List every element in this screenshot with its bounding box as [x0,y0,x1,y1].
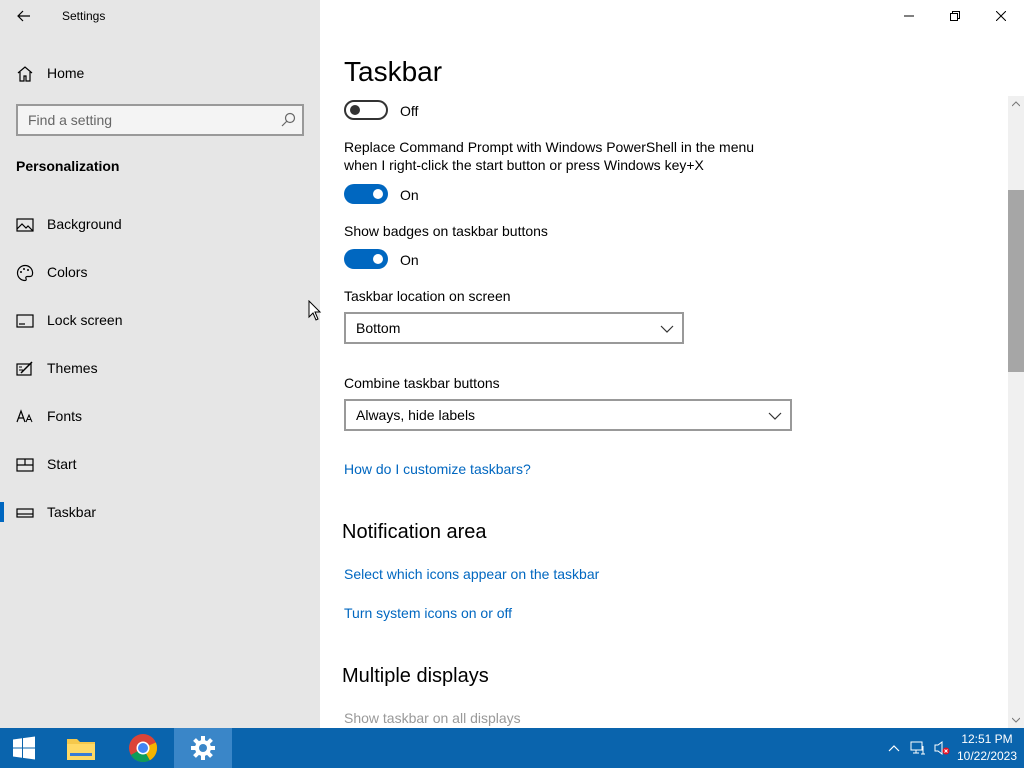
sidebar: Settings Home Personalization Background… [0,0,320,728]
badges-toggle[interactable] [344,249,388,269]
sidebar-item-label: Background [47,216,122,232]
chevron-up-icon [1012,101,1020,107]
minimize-icon [904,15,914,17]
scroll-up-button[interactable] [1008,96,1024,112]
scrollbar[interactable] [1008,96,1024,728]
back-arrow-icon [17,10,30,22]
main-content: Taskbar Off Replace Command Prompt with … [320,0,1024,728]
search-input[interactable] [28,112,268,128]
close-button[interactable] [978,0,1024,32]
active-indicator [0,502,4,522]
toggle-knob [373,189,383,199]
show-hidden-icons-button[interactable] [886,740,902,756]
volume-muted-icon [934,741,950,755]
taskbar: 12:51 PM 10/22/2023 [0,728,1024,768]
system-icons-link[interactable]: Turn system icons on or off [344,605,512,621]
combine-value: Always, hide labels [356,407,476,423]
location-label: Taskbar location on screen [344,288,511,304]
toggle-state-label: On [400,187,419,203]
mouse-cursor-icon [308,300,322,321]
clock-date: 10/22/2023 [956,749,1018,763]
section-title: Personalization [16,158,120,174]
sidebar-item-background[interactable]: Background [0,204,320,244]
powershell-toggle[interactable] [344,184,388,204]
folder-icon [67,739,95,760]
select-icons-link[interactable]: Select which icons appear on the taskbar [344,566,599,582]
location-value: Bottom [356,320,401,336]
sidebar-item-label: Themes [47,360,98,376]
search-box[interactable] [16,104,304,136]
close-icon [996,11,1006,21]
toggle-knob [350,105,360,115]
start-icon [16,458,34,472]
back-button[interactable] [8,2,40,30]
themes-icon [16,361,33,376]
multiple-displays-header: Multiple displays [342,665,489,687]
search-icon[interactable] [280,112,296,128]
image-icon [16,218,34,232]
sidebar-item-label: Start [47,456,77,472]
sidebar-item-label: Fonts [47,408,83,424]
app-title: Settings [62,9,106,23]
sidebar-item-colors[interactable]: Colors [0,252,320,292]
sidebar-item-label: Lock screen [47,312,123,328]
sidebar-item-label: Home [47,65,85,81]
scroll-thumb[interactable] [1008,190,1024,372]
notification-area-header: Notification area [342,521,487,543]
sidebar-item-home[interactable]: Home [0,58,320,90]
combine-label: Combine taskbar buttons [344,375,500,391]
fonts-icon [16,409,33,423]
file-explorer-button[interactable] [52,728,110,768]
chrome-icon [129,734,158,763]
windows-logo-icon [13,736,35,760]
settings-taskbar-button[interactable] [174,728,232,768]
sidebar-item-start[interactable]: Start [0,444,320,484]
show-all-displays-label: Show taskbar on all displays [344,710,521,726]
sidebar-item-taskbar[interactable]: Taskbar [0,492,320,532]
restore-icon [950,11,960,21]
toggle-state-label: On [400,252,419,268]
toggle-knob [373,254,383,264]
chevron-down-icon [768,412,782,420]
taskbar-icon [16,508,34,518]
taskbar-clock[interactable]: 12:51 PM 10/22/2023 [950,731,1024,765]
clock-time: 12:51 PM [961,732,1013,746]
restore-button[interactable] [932,0,978,32]
badges-label: Show badges on taskbar buttons [344,223,548,239]
minimize-button[interactable] [886,0,932,32]
home-icon [17,66,33,82]
toggle-switch-1[interactable] [344,100,388,120]
sidebar-item-lock-screen[interactable]: Lock screen [0,300,320,340]
chevron-up-icon [888,745,900,752]
toggle-state-label: Off [400,103,419,119]
customize-taskbars-link[interactable]: How do I customize taskbars? [344,461,531,477]
sidebar-item-label: Taskbar [47,504,97,520]
chrome-button[interactable] [114,728,172,768]
chevron-down-icon [1012,717,1020,723]
page-title: Taskbar [344,56,443,87]
chevron-down-icon [660,325,674,333]
lock-screen-icon [16,314,34,328]
sidebar-item-label: Colors [47,264,88,280]
location-dropdown[interactable]: Bottom [344,312,684,344]
start-button[interactable] [0,728,48,768]
volume-icon-button[interactable] [934,740,950,756]
powershell-description: Replace Command Prompt with Windows Powe… [344,139,755,173]
scroll-down-button[interactable] [1008,712,1024,728]
combine-dropdown[interactable]: Always, hide labels [344,399,792,431]
sidebar-item-fonts[interactable]: Fonts [0,396,320,436]
palette-icon [16,264,34,282]
network-icon-button[interactable] [910,740,926,756]
network-icon [910,741,925,755]
gear-icon [191,736,215,760]
sidebar-item-themes[interactable]: Themes [0,348,320,388]
